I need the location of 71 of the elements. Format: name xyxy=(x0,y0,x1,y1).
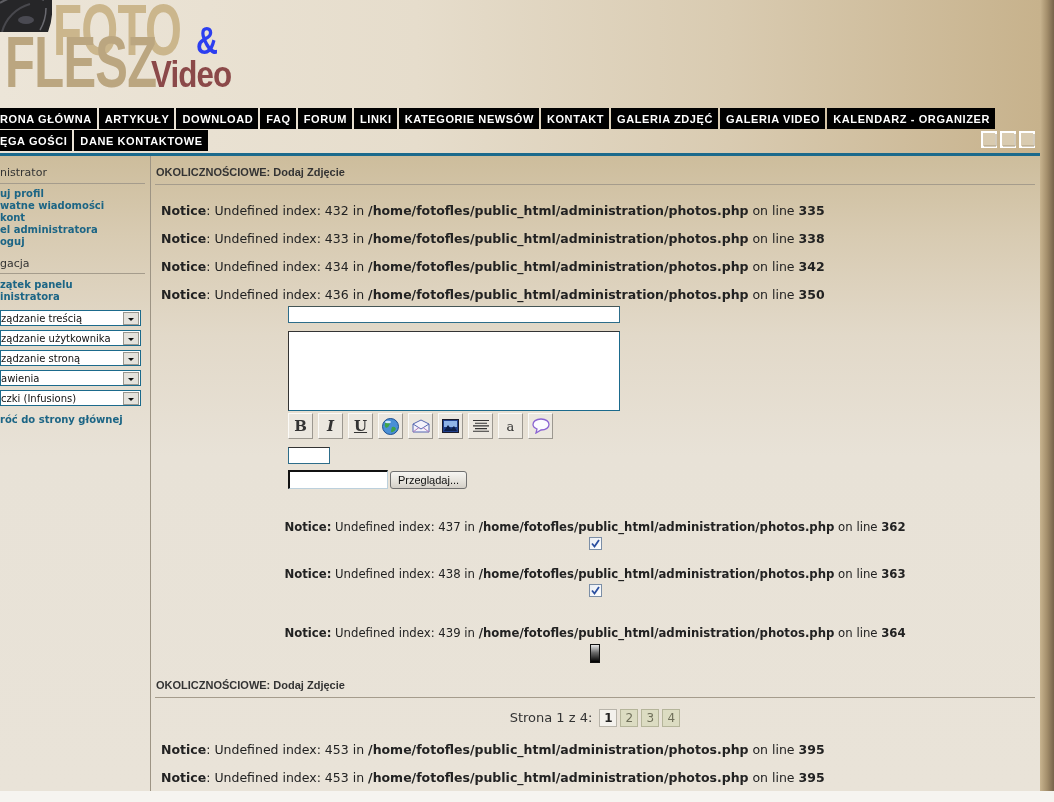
envelope-icon xyxy=(411,419,430,433)
align-center-icon xyxy=(472,420,489,432)
pagination-label: Strona 1 z 4: xyxy=(509,710,593,726)
nav-link[interactable]: DANE KONTAKTOWE xyxy=(74,130,208,151)
page-button[interactable]: 1 xyxy=(599,709,618,727)
toolbar-button[interactable]: a xyxy=(498,413,523,439)
sidebar-link[interactable]: uj profil xyxy=(0,188,44,200)
checkbox[interactable] xyxy=(588,537,602,550)
file-path-field[interactable] xyxy=(288,470,388,489)
select-field[interactable]: czki (Infusions) xyxy=(0,390,141,406)
sidebar-heading: gacja xyxy=(0,257,31,270)
text-input-field[interactable] xyxy=(288,306,620,323)
nav-link[interactable]: GALERIA ZDJĘĆ xyxy=(611,108,719,129)
sidebar-link[interactable]: kont xyxy=(0,212,26,224)
caret-down-icon xyxy=(123,391,139,405)
sidebar-link[interactable]: watne wiadomości xyxy=(0,200,105,212)
gradient-swatch-icon xyxy=(590,644,600,663)
sidebar-heading: nistrator xyxy=(0,166,48,179)
toolbar-button[interactable] xyxy=(468,413,493,439)
nav-link[interactable]: RONA GŁÓWNA xyxy=(0,108,97,129)
sidebar-link[interactable]: oguj xyxy=(0,236,25,248)
sidebar-link[interactable]: el administratora xyxy=(0,224,98,236)
notice-text: Notice: Undefined index: 439 in /home/fotofles/public_html/administration/photos.php on line 364 xyxy=(284,626,906,640)
select-field[interactable]: ządzanie treścią xyxy=(0,310,141,326)
sidebar-link[interactable]: zątek panelu inistratora xyxy=(0,279,73,303)
caret-down-icon xyxy=(123,331,139,345)
notice-text: Notice: Undefined index: 434 in /home/fotofles/public_html/administration/photos.php on line 342 xyxy=(161,259,825,275)
check-icon xyxy=(590,539,600,548)
nav-link[interactable]: KONTAKT xyxy=(540,108,610,129)
page-button[interactable]: 3 xyxy=(641,709,660,727)
sidebar-link[interactable]: róć do strony głównej xyxy=(0,414,123,426)
section-title: OKOLICZNOŚCIOWE: Dodaj Zdjęcie xyxy=(156,166,346,179)
image-icon xyxy=(442,419,459,433)
nav-link[interactable]: FORUM xyxy=(297,108,352,129)
textarea-field[interactable] xyxy=(288,331,620,411)
toolbar-button[interactable]: U xyxy=(348,413,373,439)
notice-text: Notice: Undefined index: 432 in /home/fotofles/public_html/administration/photos.php on line 335 xyxy=(161,203,825,219)
nav-link[interactable]: FAQ xyxy=(260,108,296,129)
nav-link[interactable]: ARTYKUŁY xyxy=(98,108,175,129)
caret-down-icon xyxy=(123,311,139,325)
select-field[interactable]: ządzanie użytkownika xyxy=(0,330,141,346)
small-input-field[interactable] xyxy=(288,447,330,464)
nav-link[interactable]: DOWNLOAD xyxy=(176,108,259,129)
toolbar-button[interactable]: B xyxy=(288,413,313,439)
toolbar-button[interactable] xyxy=(438,413,463,439)
check-icon xyxy=(590,586,600,595)
speech-bubble-icon xyxy=(531,418,550,434)
nav-link[interactable]: KALENDARZ - ORGANIZER xyxy=(827,108,996,129)
page-button[interactable]: 4 xyxy=(662,709,681,727)
checkbox[interactable] xyxy=(588,584,602,597)
globe-icon xyxy=(382,417,399,435)
caret-down-icon xyxy=(123,371,139,385)
nav-link[interactable]: KATEGORIE NEWSÓW xyxy=(398,108,539,129)
notice-text: Notice: Undefined index: 433 in /home/fotofles/public_html/administration/photos.php on line 338 xyxy=(161,231,825,247)
nav-link[interactable]: ĘGA GOŚCI xyxy=(0,130,73,151)
caret-down-icon xyxy=(123,351,139,365)
logo-text: & xyxy=(196,26,218,57)
select-field[interactable]: awienia xyxy=(0,370,141,386)
nav-link[interactable]: LINKI xyxy=(354,108,397,129)
notice-text: Notice: Undefined index: 438 in /home/fotofles/public_html/administration/photos.php on line 363 xyxy=(284,567,906,581)
camera-lens-drawing xyxy=(0,0,52,32)
select-field[interactable]: ządzanie stroną xyxy=(0,350,141,366)
page-button[interactable]: 2 xyxy=(620,709,639,727)
notice-text: Notice: Undefined index: 436 in /home/fotofles/public_html/administration/photos.php on line 350 xyxy=(161,287,825,303)
notice-text: Notice: Undefined index: 453 in /home/fotofles/public_html/administration/photos.php on line 395 xyxy=(161,770,825,786)
section-title: OKOLICZNOŚCIOWE: Dodaj Zdjęcie xyxy=(156,679,346,692)
toolbar-button[interactable]: I xyxy=(318,413,343,439)
notice-text: Notice: Undefined index: 453 in /home/fotofles/public_html/administration/photos.php on line 395 xyxy=(161,742,825,758)
notice-text: Notice: Undefined index: 437 in /home/fotofles/public_html/administration/photos.php on line 362 xyxy=(284,520,906,534)
browse-button[interactable]: Przeglądaj... xyxy=(390,470,467,489)
nav-link[interactable]: GALERIA VIDEO xyxy=(720,108,826,129)
